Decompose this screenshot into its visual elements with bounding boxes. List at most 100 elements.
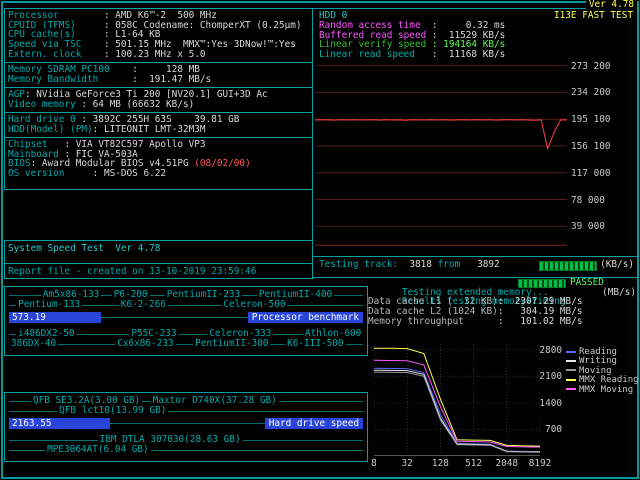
track-current: 3818 [398,259,432,270]
info-row: HDD(Model) (PM): LITEONIT LMT-32M3M [8,123,316,135]
y-axis-label: 39 000 [571,221,605,233]
info-value: : LITEONIT LMT-32M3M [92,123,206,135]
benchmark-bar-row: 2163.55 Hard drive speed [9,418,363,429]
series-mmx-moving [373,359,541,448]
info-label: Video memory [8,98,82,110]
benchmark-marker-label: Maxtor D740X(37.28 GB) [150,395,279,406]
benchmark-marker-label: Pentium-133 [16,299,83,310]
hdd-graph-y-axis: 273 200 234 200 195 100 156 100 117 000 78 00… [571,61,635,255]
info-value: : MS-DOS 6.22 [92,168,167,180]
benchmark-bar-row: 573.19 Processor benchmark [9,312,363,323]
benchmark-marker-label: Celeron-500 [221,299,288,310]
info-label: Memory Bandwidth [8,73,133,85]
benchmark-marker-label: K6-2-266 [118,299,168,310]
x-axis-label: 512 [465,458,483,469]
y-axis-label: 2100 [539,371,562,383]
x-axis-label: 32 [401,458,413,469]
series-linear-verify-speed [314,119,568,151]
hdd-read-graph-area [314,61,568,253]
fast-test-badge: I13E FAST TEST [553,10,633,21]
legend-chip [566,369,576,372]
legend-chip [566,359,576,362]
benchmark-result-value: 2163.55 [12,418,52,429]
x-axis-label: 8192 [528,458,552,469]
benchmark-marker-label: QFB lct10(13.99 GB) [57,405,169,416]
cache-label: Memory throughput [368,315,498,327]
results-unit-label: (MB/s) [602,286,636,298]
speedsys-screen: Ver 4.78 Processor : AMD K6™-2 500 MHz C… [0,0,640,480]
y-axis-label: 117 000 [571,167,611,179]
y-axis-label: 195 100 [571,114,611,126]
info-value: : 64 MB (66632 KB/s) [81,98,195,110]
legend-item: MMX Moving [566,384,638,395]
hdd-test-panel: HDD 0 I13E FAST TEST Random access time … [312,8,638,278]
series-mmx-reading [374,347,541,447]
app-title: System Speed Test Ver 4.78 [8,243,161,254]
processor-benchmark-panel: Am5x86-133 P6-200 PentiumII-233 PentiumII-4… [4,286,368,356]
report-row: Report file - created on 13-10-2019 23:5… [5,264,313,277]
y-axis-label: 273 200 [571,60,611,72]
info-value: : 100.23 MHz x 5.0 [103,48,206,60]
metric-label: Linear read speed [319,49,432,61]
y-axis-label: 234 200 [571,87,611,99]
legend-chip [566,378,576,381]
legend-label: MMX Moving [579,384,634,395]
benchmark-marker-label: Cx6x86-233 [115,338,176,349]
info-label: Extern. clock [8,48,104,60]
benchmark-scale-row: Pentium-133 K6-2-266 Celeron-500 [9,300,363,310]
track-progress-bar [539,261,597,271]
memory-test-section: Testing extended memory... PASSED Result… [368,278,636,326]
info-label: HDD(Model) (PM) [8,123,93,135]
benchmark-marker-label: K6-III-500 [285,338,346,349]
x-axis-label: 2048 [495,458,519,469]
info-label: OS version [8,168,93,180]
benchmark-scale-row: QFB lct10(13.99 GB) [9,406,363,416]
metric-row: Linear read speed : 11168 KB/s [319,50,633,60]
track-label: Testing track: [319,259,399,270]
benchmark-marker-label: 386DX-40 [9,338,59,349]
info-row: OS version : MS-DOS 6.22 [8,169,316,179]
benchmark-marker-label: MPE3064AT(6.04 GB) [45,444,151,455]
benchmark-category-label: Processor benchmark [247,312,363,323]
track-from-word: from [431,259,466,270]
benchmark-category-label: Hard drive speed [264,418,363,429]
passed-badge: PASSED [570,277,604,288]
hdd-metrics: Random access time : 0.32 ms Buffered re… [319,21,633,60]
y-axis-label: 2800 [539,344,562,356]
report-file-label: Report file - created on 13-10-2019 23:5… [8,266,257,277]
cache-graph-y-axis: 2800 2100 1400 700 [539,344,562,456]
mainboard-panel: Chipset : VIA VT82C597 Apollo VP3 Mainbo… [4,137,320,190]
cache-graph-x-axis: 8 32 128 512 2048 8192 [371,458,551,469]
metric-value: : 11168 KB/s [431,49,506,61]
track-total: 3892 [465,259,500,270]
x-axis-label: 128 [431,458,449,469]
hdd-read-graph [314,65,568,246]
cache-result-row: Memory throughput : 101.02 MB/s [368,315,636,327]
y-axis-label: 156 100 [571,140,611,152]
info-row: Video memory : 64 MB (66632 KB/s) [8,98,316,110]
cache-value: : 101.02 MB/s [497,315,583,327]
y-axis-label: 78 000 [571,194,605,206]
app-title-panel: System Speed Test Ver 4.78 Report file -… [4,240,314,279]
legend-chip [566,388,576,391]
version-label: Ver 4.78 [585,0,637,10]
legend-chip [566,350,576,353]
cache-graph-legend: Reading Writing Moving MMX Reading MMX M… [566,347,639,395]
info-value: : 191.47 MB/s [132,73,212,85]
benchmark-result-value: 573.19 [12,312,46,323]
benchmark-marker-label: PentiumII-300 [193,338,271,349]
app-title-row: System Speed Test Ver 4.78 [5,241,313,264]
cache-speed-graph-area [373,344,541,456]
benchmark-scale-row: 386DX-40 Cx6x86-233 PentiumII-300 K6-III-50… [9,339,363,349]
cache-speed-graph [373,344,541,456]
processor-panel: Processor : AMD K6™-2 500 MHz CPUID (TFM… [4,8,320,68]
panel-divider [313,256,637,257]
memory-testing-row: Testing extended memory... PASSED [368,277,636,297]
info-row: Extern. clock : 100.23 MHz x 5.0 [8,48,316,60]
harddrive-benchmark-panel: QFB SE3.2A(3.00 GB) Maxtor D740X(37.28 GB… [4,392,368,462]
bios-date: (08/02/00) [194,158,251,170]
y-axis-label: 700 [545,424,562,436]
track-unit-label: (KB/s) [600,259,634,270]
benchmark-scale-row: MPE3064AT(6.04 GB) [9,445,363,455]
y-axis-label: 1400 [539,397,562,409]
